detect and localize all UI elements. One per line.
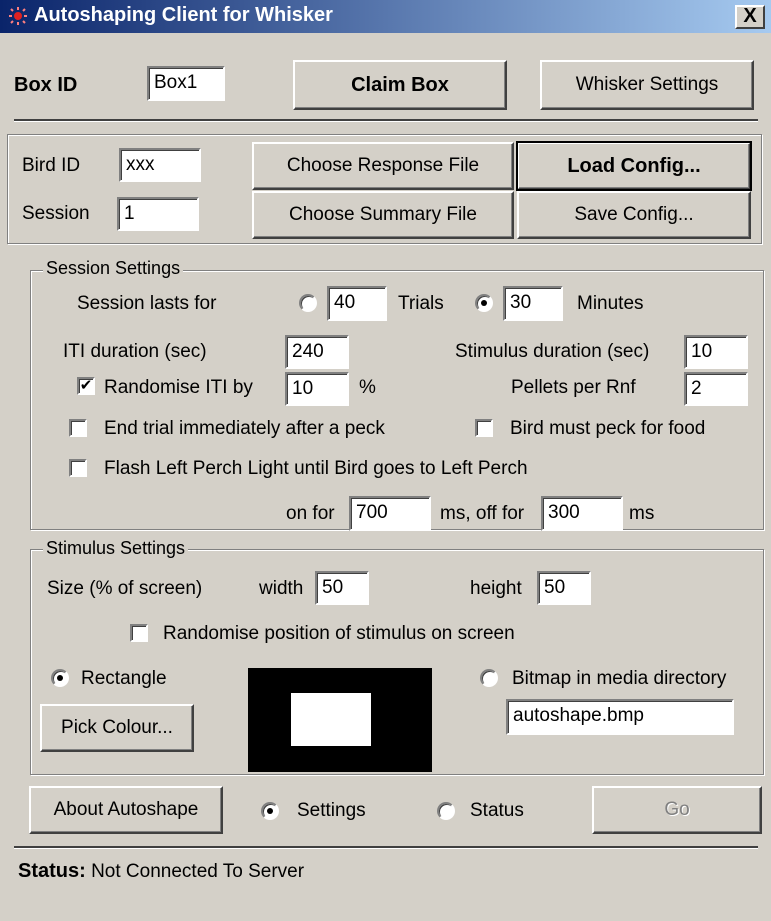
percent-label: % <box>359 377 376 398</box>
session-lasts-label: Session lasts for <box>77 293 217 314</box>
choose-summary-file-button[interactable]: Choose Summary File <box>252 191 514 239</box>
height-label: height <box>470 578 522 599</box>
trials-input[interactable]: 40 <box>327 286 387 321</box>
close-icon: X <box>743 5 757 27</box>
on-for-label: on for <box>286 503 335 524</box>
bottom-divider <box>14 846 758 849</box>
box-id-input[interactable]: Box1 <box>147 66 225 101</box>
load-config-button[interactable]: Load Config... <box>516 141 752 191</box>
session-settings-title: Session Settings <box>43 258 184 279</box>
height-input[interactable]: 50 <box>537 571 591 605</box>
claim-box-label: Claim Box <box>351 73 449 96</box>
bird-must-peck-label: Bird must peck for food <box>510 418 706 439</box>
settings-radio-label: Settings <box>297 800 366 821</box>
window-title: Autoshaping Client for Whisker <box>34 4 333 26</box>
top-divider <box>14 119 758 122</box>
status-label: Status: <box>18 860 86 882</box>
pellets-per-rnf-input[interactable]: 2 <box>684 372 748 406</box>
pick-colour-label: Pick Colour... <box>61 717 173 738</box>
minutes-radio[interactable] <box>475 294 493 312</box>
bitmap-filename-input[interactable]: autoshape.bmp <box>506 699 734 735</box>
stimulus-settings-title: Stimulus Settings <box>43 538 189 559</box>
stimulus-preview <box>248 668 432 772</box>
randomise-iti-label: Randomise ITI by <box>104 377 253 398</box>
save-config-label: Save Config... <box>574 204 694 225</box>
width-label: width <box>259 578 304 599</box>
width-input[interactable]: 50 <box>315 571 369 605</box>
iti-duration-input[interactable]: 240 <box>285 335 349 369</box>
claim-box-button[interactable]: Claim Box <box>293 60 507 110</box>
status-radio-label: Status <box>470 800 524 821</box>
stimulus-duration-input[interactable]: 10 <box>684 335 748 369</box>
flash-perch-checkbox[interactable] <box>69 459 87 477</box>
about-autoshape-label: About Autoshape <box>53 799 199 820</box>
rectangle-radio[interactable] <box>51 669 69 687</box>
off-for-label: ms, off for <box>440 503 525 524</box>
randomise-position-checkbox[interactable] <box>130 624 148 642</box>
rectangle-label: Rectangle <box>81 668 167 689</box>
save-config-button[interactable]: Save Config... <box>517 191 751 239</box>
size-label: Size (% of screen) <box>47 578 203 599</box>
on-for-input[interactable]: 700 <box>349 496 431 531</box>
whisker-settings-button[interactable]: Whisker Settings <box>540 60 754 110</box>
choose-response-file-button[interactable]: Choose Response File <box>252 142 514 190</box>
minutes-input[interactable]: 30 <box>503 286 563 321</box>
off-for-input[interactable]: 300 <box>541 496 623 531</box>
iti-duration-label: ITI duration (sec) <box>63 341 207 362</box>
bitmap-radio[interactable] <box>480 669 498 687</box>
trials-label: Trials <box>398 293 444 314</box>
go-label: Go <box>664 799 690 820</box>
box-id-label: Box ID <box>14 74 78 96</box>
pellets-per-rnf-label: Pellets per Rnf <box>511 377 636 398</box>
stimulus-rectangle <box>291 693 371 746</box>
settings-radio[interactable] <box>261 802 279 820</box>
whisker-settings-label: Whisker Settings <box>575 74 719 95</box>
pick-colour-button[interactable]: Pick Colour... <box>40 704 194 752</box>
minutes-label: Minutes <box>577 293 644 314</box>
bird-must-peck-checkbox[interactable] <box>475 419 493 437</box>
close-button[interactable]: X <box>735 5 765 29</box>
end-trial-checkbox[interactable] <box>69 419 87 437</box>
status-line: Status: Not Connected To Server <box>18 860 304 883</box>
end-trial-label: End trial immediately after a peck <box>104 418 385 439</box>
status-text: Not Connected To Server <box>91 861 305 882</box>
randomise-iti-checkbox[interactable]: ✔ <box>77 377 95 395</box>
trials-radio[interactable] <box>299 294 317 312</box>
status-radio[interactable] <box>437 802 455 820</box>
go-button[interactable]: Go <box>592 786 762 834</box>
choose-summary-label: Choose Summary File <box>289 204 477 225</box>
session-input[interactable]: 1 <box>117 197 199 231</box>
stimulus-duration-label: Stimulus duration (sec) <box>455 341 650 362</box>
bird-id-label: Bird ID <box>22 155 81 176</box>
bitmap-label: Bitmap in media directory <box>512 668 727 689</box>
choose-response-label: Choose Response File <box>286 155 480 176</box>
about-autoshape-button[interactable]: About Autoshape <box>29 786 223 834</box>
bird-id-input[interactable]: xxx <box>119 148 201 182</box>
flash-perch-label: Flash Left Perch Light until Bird goes t… <box>104 458 528 479</box>
app-icon <box>8 6 28 26</box>
randomise-position-label: Randomise position of stimulus on screen <box>163 623 515 644</box>
session-label: Session <box>22 203 90 224</box>
load-config-label: Load Config... <box>567 154 701 177</box>
ms-label: ms <box>629 503 655 524</box>
randomise-iti-input[interactable]: 10 <box>285 372 349 406</box>
